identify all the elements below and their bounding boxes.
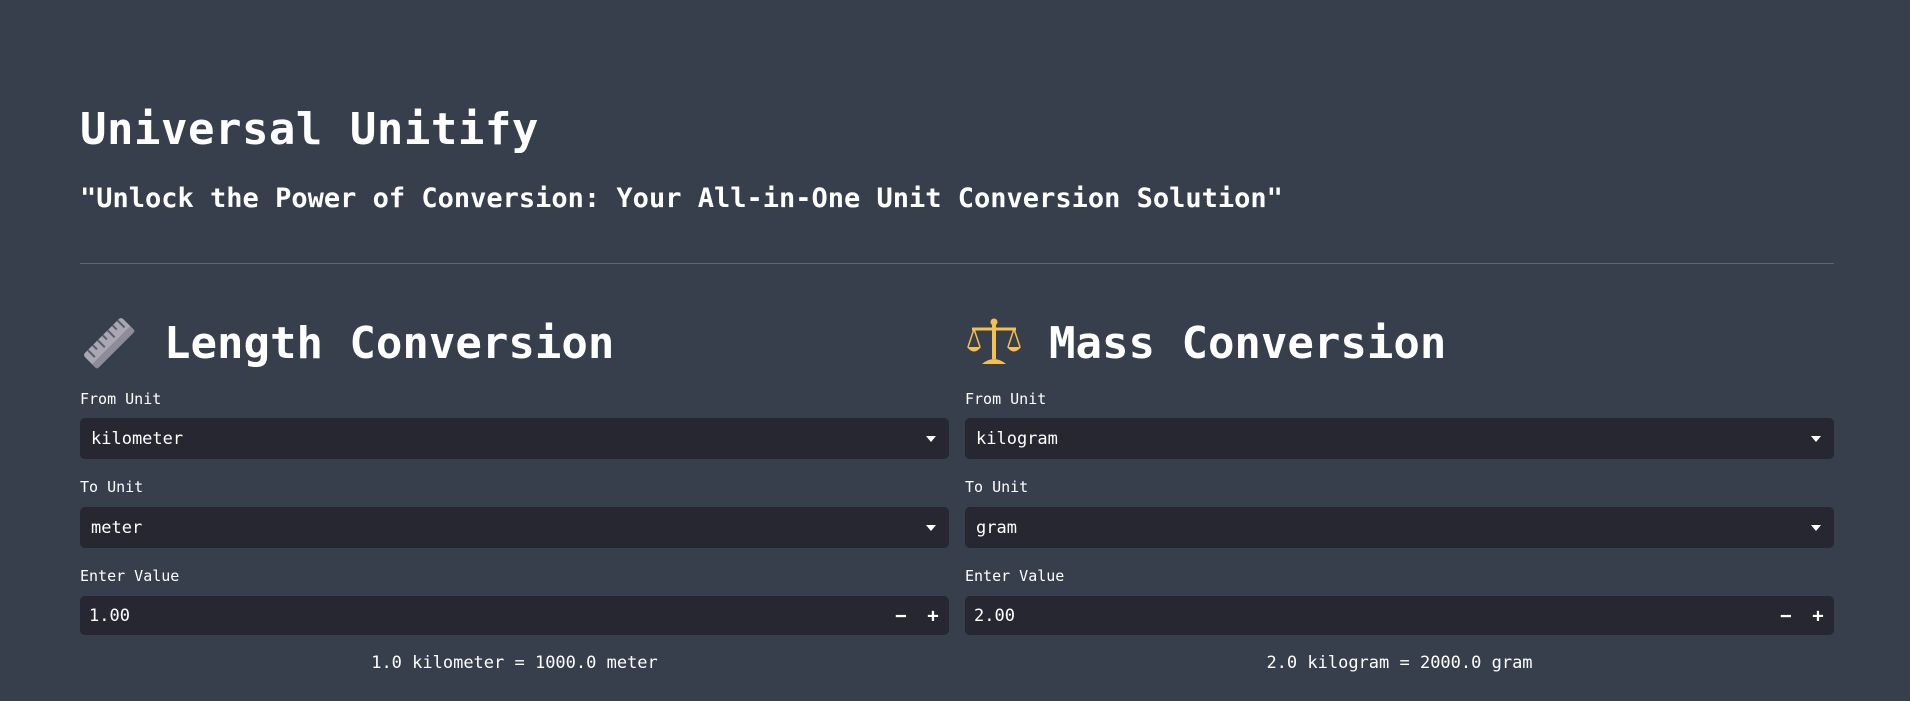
mass-value-label: Enter Value [965,567,1065,585]
chevron-down-icon [926,524,936,531]
mass-from-unit-select[interactable]: kilogram [965,418,1834,459]
app-title: Universal Unitify [80,104,539,155]
length-section-header: Length Conversion [80,310,949,376]
chevron-down-icon [1811,524,1821,531]
length-value-input[interactable]: 1.00 − + [80,596,949,635]
length-value-label: Enter Value [80,567,180,585]
mass-to-unit-value: gram [976,517,1017,538]
increment-button[interactable]: + [917,596,949,635]
mass-section-header: Mass Conversion [965,310,1834,376]
mass-value-input[interactable]: 2.00 − + [965,596,1834,635]
mass-from-unit-value: kilogram [976,428,1058,449]
ruler-icon [84,318,135,369]
divider [80,263,1834,264]
mass-value-text[interactable]: 2.00 [965,606,1770,626]
decrement-button[interactable]: − [885,596,917,635]
chevron-down-icon [926,435,936,442]
mass-to-unit-label: To Unit [965,478,1029,496]
mass-result: 2.0 kilogram = 2000.0 gram [1266,653,1533,673]
balance-scale-icon [967,318,1021,364]
length-from-unit-select[interactable]: kilometer [80,418,949,459]
length-value-text[interactable]: 1.00 [80,606,885,626]
mass-conversion-panel: Mass Conversion From Unit kilogram To Un… [965,310,1834,673]
chevron-down-icon [1811,435,1821,442]
length-to-unit-label: To Unit [80,478,144,496]
length-result: 1.0 kilometer = 1000.0 meter [371,653,658,673]
decrement-button[interactable]: − [1770,596,1802,635]
length-from-unit-label: From Unit [80,390,162,408]
increment-button[interactable]: + [1802,596,1834,635]
mass-section-title: Mass Conversion [1049,317,1447,369]
length-to-unit-value: meter [91,517,143,538]
app-tagline: "Unlock the Power of Conversion: Your Al… [80,183,1283,214]
mass-from-unit-label: From Unit [965,390,1047,408]
length-to-unit-select[interactable]: meter [80,507,949,548]
length-section-title: Length Conversion [164,317,615,369]
length-from-unit-value: kilometer [91,428,184,449]
length-conversion-panel: Length Conversion From Unit kilometer To… [80,310,949,673]
app-container: Universal Unitify "Unlock the Power of C… [0,0,1910,701]
mass-to-unit-select[interactable]: gram [965,507,1834,548]
